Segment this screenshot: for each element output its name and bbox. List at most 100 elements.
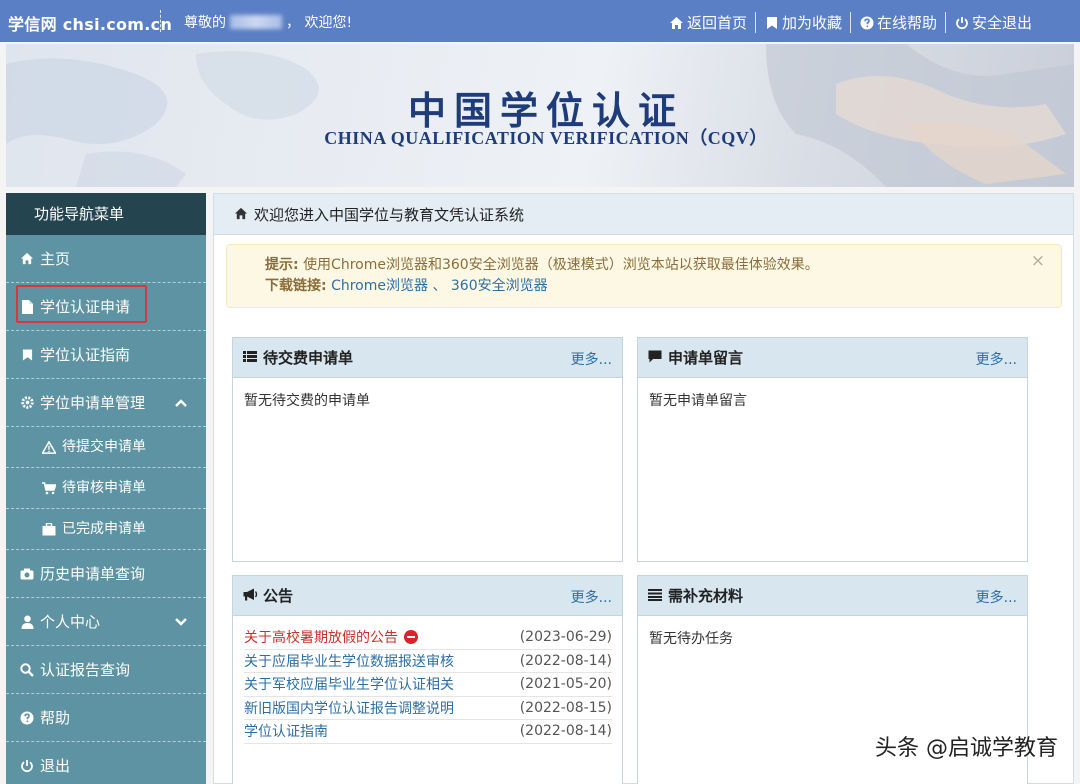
sidebar-item-degree-guide[interactable]: 学位认证指南 (6, 331, 206, 379)
announcement-date: (2023-06-29) (519, 629, 612, 646)
top-links: 返回首页 加为收藏 在线帮助 安全退出 (661, 12, 1040, 33)
align-justify-icon (648, 588, 663, 603)
sidebar-item-label: 历史申请单查询 (40, 564, 146, 583)
favorite-link[interactable]: 加为收藏 (754, 12, 850, 33)
cart-icon (42, 481, 56, 495)
question-icon (859, 15, 875, 31)
greeting-prefix: 尊敬的 (184, 15, 226, 31)
box-title: 待交费申请单 (263, 349, 354, 367)
more-link[interactable]: 更多... (976, 587, 1017, 607)
question-icon (20, 711, 34, 725)
sidebar-item-label: 个人中心 (40, 612, 101, 631)
box-title: 需补充材料 (668, 587, 744, 605)
warning-icon (42, 440, 56, 454)
brand-divider (160, 10, 161, 32)
bookmark-icon (764, 15, 780, 31)
sidebar-item-logout[interactable]: 退出 (6, 742, 206, 784)
sidebar-item-report-query[interactable]: 认证报告查询 (6, 646, 206, 694)
greeting: 尊敬的 ， 欢迎您! (184, 12, 352, 32)
pending-payment-box: 待交费申请单 更多... 暂无待交费的申请单 (232, 337, 623, 562)
sidebar-item-label: 认证报告查询 (40, 660, 131, 679)
camera-icon (20, 567, 34, 581)
bullhorn-icon (243, 588, 258, 603)
no-entry-icon (404, 630, 418, 645)
briefcase-icon (42, 522, 56, 536)
main-title-bar: 欢迎您进入中国学位与教育文凭认证系统 (214, 194, 1073, 235)
blurred-username (230, 15, 282, 29)
chevron-up-icon[interactable] (174, 396, 188, 410)
sidebar-item-label: 退出 (40, 757, 71, 775)
sidebar-item-home[interactable]: 主页 (6, 235, 206, 283)
chevron-down-icon[interactable] (174, 615, 188, 629)
sidebar-item-label: 待审核申请单 (62, 479, 146, 496)
announcement-title[interactable]: 关于军校应届毕业生学位认证相关 (244, 674, 454, 694)
announcement-box: 公告 更多... 关于高校暑期放假的公告 (2023-06-29) 关于应届毕业… (232, 575, 623, 784)
list-item[interactable]: 关于高校暑期放假的公告 (2023-06-29) (244, 626, 612, 650)
top-bar: 学信网 chsi.com.cn 尊敬的 ， 欢迎您! 返回首页 加为收藏 在线帮助… (0, 0, 1080, 42)
home-icon (669, 15, 685, 31)
sidebar-subitem-to-submit[interactable]: 待提交申请单 (6, 427, 206, 468)
sidebar-item-personal-center[interactable]: 个人中心 (6, 598, 206, 646)
home-link-label: 返回首页 (686, 14, 747, 32)
logout-link[interactable]: 安全退出 (944, 12, 1040, 33)
sidebar-subitem-completed[interactable]: 已完成申请单 (6, 509, 206, 550)
list-item[interactable]: 学位认证指南 (2022-08-14) (244, 720, 612, 744)
help-link[interactable]: 在线帮助 (849, 12, 945, 33)
more-link[interactable]: 更多... (976, 349, 1017, 369)
empty-message: 暂无待交费的申请单 (244, 393, 370, 409)
box-header: 需补充材料 更多... (638, 576, 1027, 616)
box-header: 待交费申请单 更多... (233, 338, 622, 378)
alert-line-tip: 提示: 使用Chrome浏览器和360安全浏览器（极速模式）浏览本站以获取最佳体… (265, 255, 1061, 276)
power-icon (954, 15, 970, 31)
box-header: 申请单留言 更多... (638, 338, 1027, 378)
announcement-list: 关于高校暑期放假的公告 (2023-06-29) 关于应届毕业生学位数据报送审核… (233, 616, 622, 744)
box-header: 公告 更多... (233, 576, 622, 616)
power-icon (20, 759, 34, 773)
sidebar-item-label: 学位认证指南 (40, 345, 131, 364)
banner-title-en: CHINA QUALIFICATION VERIFICATION（CQV） (324, 128, 768, 148)
bookmark-icon (20, 348, 34, 362)
home-link[interactable]: 返回首页 (661, 12, 755, 33)
close-icon[interactable]: × (1031, 251, 1045, 272)
sidebar-item-history-query[interactable]: 历史申请单查询 (6, 550, 206, 598)
announcement-date: (2022-08-15) (519, 699, 612, 716)
list-item[interactable]: 新旧版国内学位认证报告调整说明 (2022-08-15) (244, 697, 612, 720)
sidebar-subitem-pending-review[interactable]: 待审核申请单 (6, 468, 206, 509)
home-icon (20, 252, 34, 266)
tip-label: 提示: (265, 257, 299, 273)
annotation-highlight-box (16, 285, 147, 323)
list-item[interactable]: 关于军校应届毕业生学位认证相关 (2021-05-20) (244, 673, 612, 697)
search-icon (20, 662, 34, 677)
sidebar-header: 功能导航菜单 (6, 193, 206, 235)
announcement-title[interactable]: 新旧版国内学位认证报告调整说明 (244, 698, 454, 718)
list-item[interactable]: 关于应届毕业生学位数据报送审核 (2022-08-14) (244, 650, 612, 673)
announcement-date: (2021-05-20) (519, 676, 612, 693)
home-icon (234, 207, 248, 221)
sidebar-item-application-management[interactable]: 学位申请单管理 (6, 379, 206, 427)
sidebar-item-label: 学位申请单管理 (40, 393, 146, 412)
more-link[interactable]: 更多... (571, 587, 612, 607)
360-download-link[interactable]: 360安全浏览器 (451, 278, 548, 294)
alert-line-download: 下载链接: Chrome浏览器 、 360安全浏览器 (265, 276, 1061, 297)
announcement-title[interactable]: 关于高校暑期放假的公告 (244, 627, 418, 647)
box-title: 公告 (263, 587, 294, 605)
announcement-title[interactable]: 学位认证指南 (244, 721, 328, 741)
more-link[interactable]: 更多... (571, 349, 612, 369)
sidebar-item-label: 主页 (40, 249, 71, 268)
favorite-link-label: 加为收藏 (781, 14, 842, 32)
comment-icon (648, 350, 663, 365)
chrome-download-link[interactable]: Chrome浏览器 (331, 278, 428, 294)
download-label: 下载链接: (265, 278, 327, 294)
tip-text: 使用Chrome浏览器和360安全浏览器（极速模式）浏览本站以获取最佳体验效果。 (303, 257, 819, 273)
user-icon (20, 615, 34, 629)
box-title: 申请单留言 (668, 349, 744, 367)
empty-message: 暂无申请单留言 (649, 393, 747, 409)
main-panel: 欢迎您进入中国学位与教育文凭认证系统 提示: 使用Chrome浏览器和360安全… (213, 193, 1074, 784)
announcement-text: 关于高校暑期放假的公告 (244, 630, 398, 647)
site-brand[interactable]: 学信网 chsi.com.cn (8, 11, 172, 35)
announcement-date: (2022-08-14) (519, 652, 612, 669)
announcement-title[interactable]: 关于应届毕业生学位数据报送审核 (244, 651, 454, 671)
help-link-label: 在线帮助 (876, 14, 937, 32)
main-title: 欢迎您进入中国学位与教育文凭认证系统 (254, 205, 525, 224)
sidebar-item-help[interactable]: 帮助 (6, 694, 206, 742)
